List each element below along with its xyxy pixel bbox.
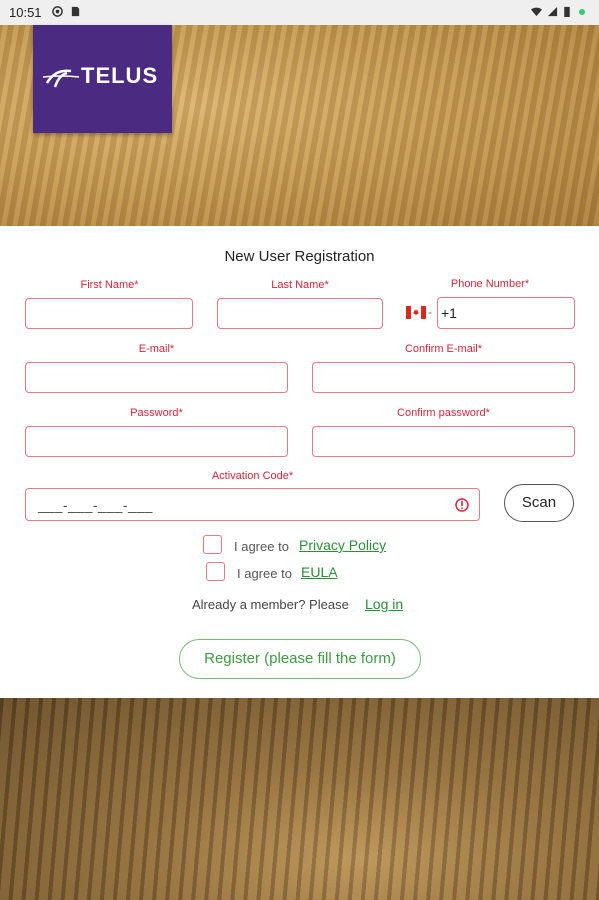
phone-separator: - — [428, 305, 432, 319]
error-icon — [455, 498, 469, 512]
login-link[interactable]: Log in — [365, 596, 403, 612]
status-time: 10:51 — [9, 5, 42, 20]
privacy-agree-text: I agree to — [234, 539, 289, 554]
battery-icon — [564, 6, 570, 17]
phone-label: Phone Number* — [450, 278, 530, 290]
privacy-policy-link[interactable]: Privacy Policy — [299, 537, 386, 553]
telus-logo: TELUS — [33, 25, 172, 133]
activation-code-label: Activation Code* — [211, 470, 294, 482]
eula-link[interactable]: EULA — [301, 564, 338, 580]
eula-agree-text: I agree to — [237, 566, 292, 581]
phone-field[interactable] — [437, 297, 575, 329]
sim-icon — [71, 6, 80, 17]
scan-button[interactable]: Scan — [504, 484, 574, 522]
notification-dot-icon — [579, 9, 585, 15]
first-name-field[interactable] — [25, 298, 193, 329]
eula-checkbox[interactable] — [206, 562, 225, 581]
last-name-field[interactable] — [217, 298, 383, 329]
confirm-password-field[interactable] — [312, 426, 575, 457]
telus-mark-icon — [42, 69, 80, 88]
confirm-email-field[interactable] — [312, 362, 575, 393]
activation-code-mask: ___-___-___-___ — [38, 497, 153, 513]
email-label: E-mail* — [138, 343, 175, 355]
wifi-icon — [531, 7, 542, 17]
member-prompt: Already a member? Please — [192, 597, 349, 612]
password-field[interactable] — [25, 426, 288, 457]
confirm-password-label: Confirm password* — [397, 407, 490, 419]
wheat-background-bottom — [0, 698, 599, 900]
email-field[interactable] — [25, 362, 288, 393]
status-bar: 10:51 — [0, 0, 599, 25]
first-name-label: First Name* — [80, 279, 139, 291]
form-title: New User Registration — [224, 248, 375, 265]
register-button[interactable]: Register (please fill the form) — [179, 639, 421, 679]
last-name-label: Last Name* — [271, 279, 329, 291]
signal-icon — [547, 6, 558, 17]
logo-text: TELUS — [81, 63, 159, 88]
password-label: Password* — [130, 407, 183, 419]
settings-icon — [52, 6, 63, 17]
privacy-policy-checkbox[interactable] — [203, 535, 222, 554]
phone-country-code: +1 — [441, 305, 457, 321]
confirm-email-label: Confirm E-mail* — [404, 343, 482, 355]
canada-flag-icon[interactable] — [406, 306, 426, 319]
